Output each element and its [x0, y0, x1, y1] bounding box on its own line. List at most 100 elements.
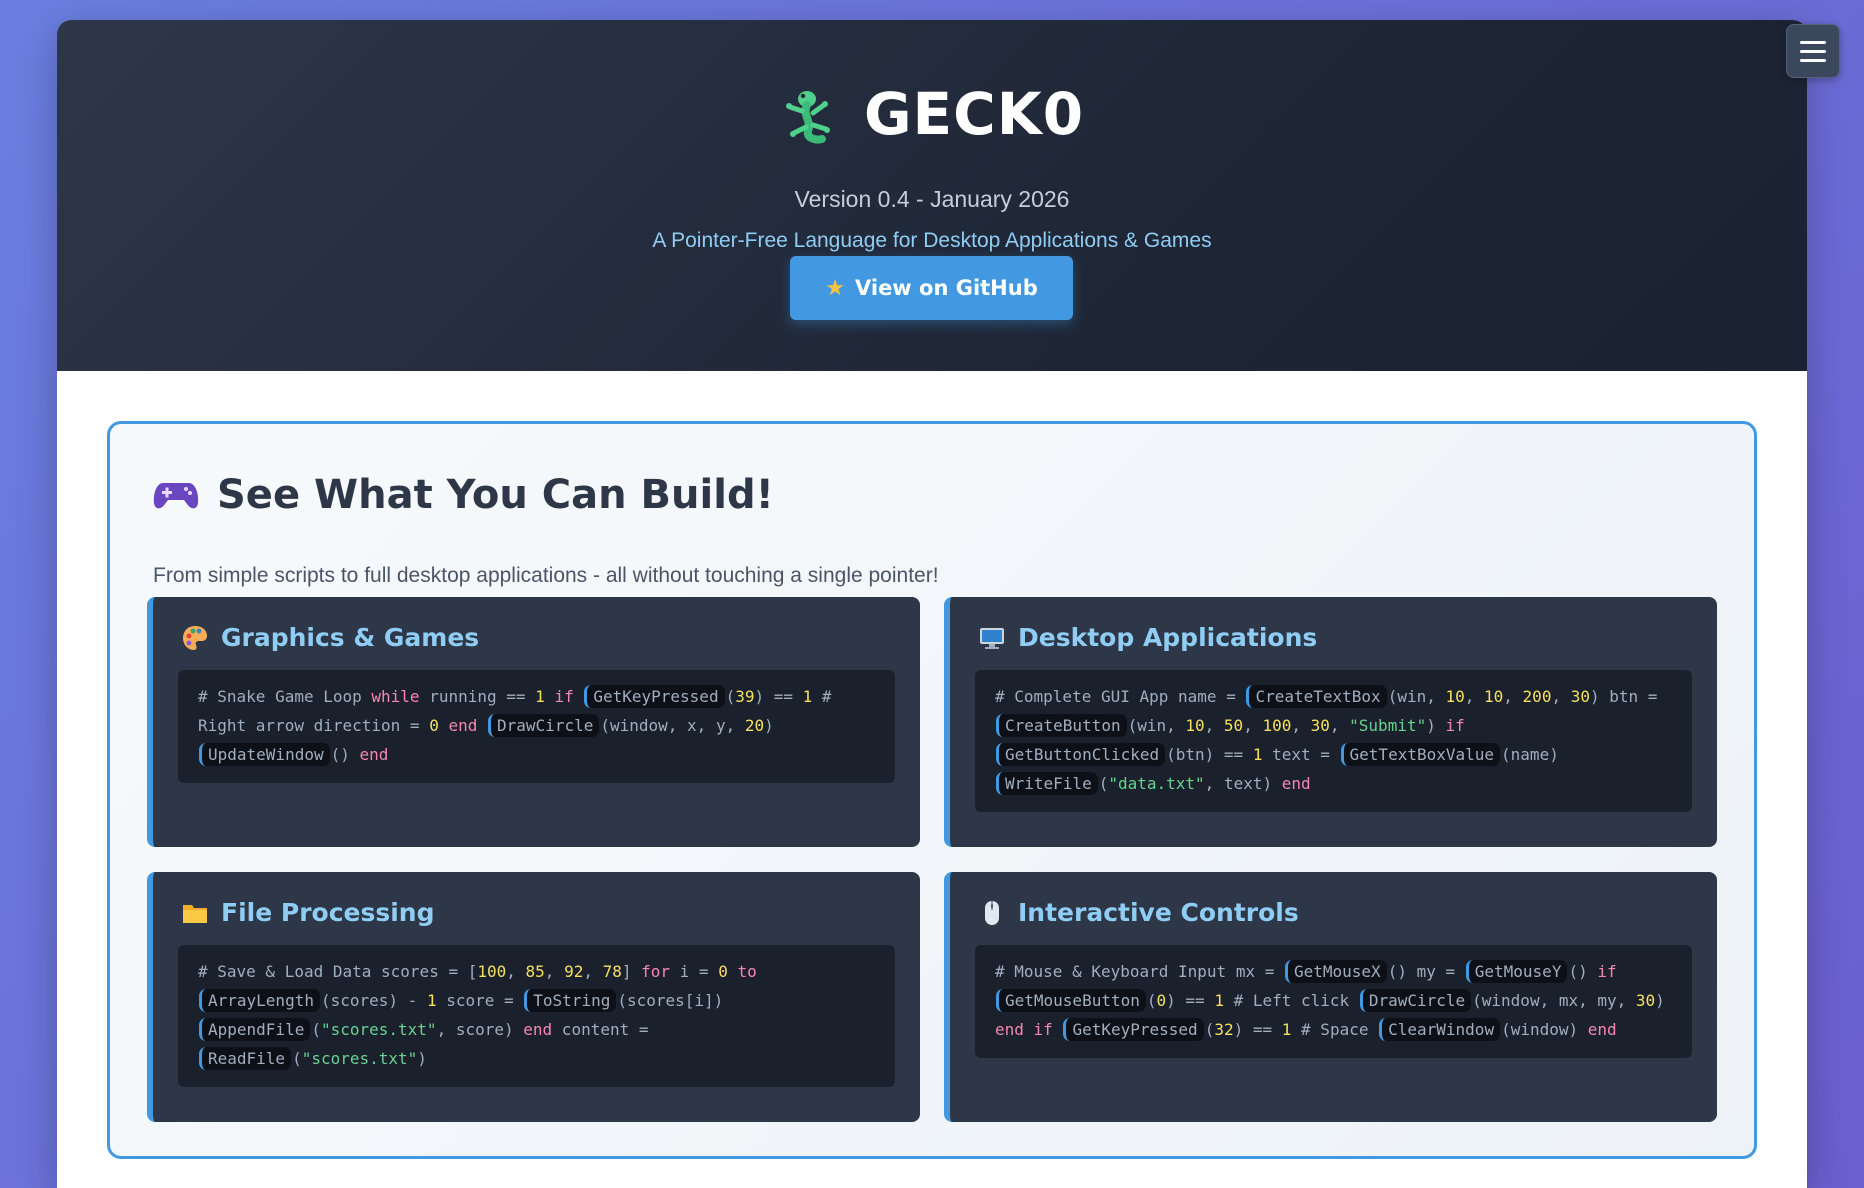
- card-header: Interactive Controls: [978, 898, 1299, 927]
- code-text: ) ==: [1166, 991, 1215, 1010]
- card-graphics-games: Graphics & Games # Snake Game Loop while…: [147, 597, 920, 847]
- code-keyword: while: [371, 687, 420, 706]
- code-text: (window): [1501, 1020, 1588, 1039]
- code-number: 1: [535, 687, 545, 706]
- code-text: () my =: [1387, 962, 1465, 981]
- code-text: (): [330, 745, 360, 764]
- code-keyword: if: [1597, 962, 1617, 981]
- code-text: # Complete GUI App name =: [995, 687, 1246, 706]
- code-keyword: if: [1445, 716, 1465, 735]
- code-text: score =: [436, 991, 524, 1010]
- code-number: 10: [1484, 687, 1504, 706]
- code-text: i =: [670, 962, 719, 981]
- code-text: (scores) -: [320, 991, 427, 1010]
- code-text: ,: [583, 962, 603, 981]
- code-text: # Space: [1291, 1020, 1379, 1039]
- hero-header: GECK0 Version 0.4 - January 2026 A Point…: [57, 20, 1807, 371]
- code-text: ,: [1291, 716, 1311, 735]
- code-function: GetKeyPressed: [1063, 1018, 1204, 1041]
- card-title: Interactive Controls: [1018, 898, 1299, 927]
- code-number: 1: [1281, 1020, 1292, 1039]
- code-function: ReadFile: [199, 1047, 292, 1070]
- code-function: ArrayLength: [199, 989, 320, 1012]
- code-keyword: for: [641, 962, 671, 981]
- code-text: (: [1098, 774, 1109, 793]
- code-text: (: [1146, 991, 1157, 1010]
- code-number: 10: [1445, 687, 1465, 706]
- code-keyword: end: [523, 1020, 553, 1039]
- code-text: ,: [1204, 716, 1224, 735]
- code-number: 0: [718, 962, 728, 981]
- code-text: (: [725, 687, 736, 706]
- code-text: ) ==: [754, 687, 803, 706]
- code-string: "scores.txt": [320, 1020, 437, 1039]
- card-interactive-controls: Interactive Controls # Mouse & Keyboard …: [944, 872, 1717, 1122]
- code-function: ToString: [524, 989, 617, 1012]
- code-block: # Snake Game Loop while running == 1 if …: [178, 670, 895, 783]
- page-container: GECK0 Version 0.4 - January 2026 A Point…: [57, 20, 1807, 1188]
- code-text: content =: [552, 1020, 649, 1039]
- tagline-text: A Pointer-Free Language for Desktop Appl…: [652, 229, 1212, 252]
- code-text: ]: [621, 962, 642, 981]
- code-number: 100: [477, 962, 507, 981]
- code-text: ,: [544, 962, 565, 981]
- code-number: 100: [1262, 716, 1292, 735]
- palette-icon: [183, 625, 207, 650]
- hamburger-menu-button[interactable]: [1786, 24, 1840, 78]
- code-number: 30: [1310, 716, 1330, 735]
- card-title: Graphics & Games: [221, 623, 480, 652]
- code-number: 50: [1223, 716, 1244, 735]
- code-text: ,: [1329, 716, 1350, 735]
- code-text: (win,: [1127, 716, 1186, 735]
- code-keyword: to: [737, 962, 757, 981]
- code-text: ,: [1503, 687, 1523, 706]
- star-icon: ★: [825, 275, 845, 301]
- code-function: DrawCircle: [488, 714, 600, 737]
- code-function: GetMouseX: [1284, 960, 1387, 983]
- code-text: (btn) ==: [1166, 745, 1253, 764]
- showcase-heading: See What You Can Build!: [153, 472, 774, 518]
- folder-icon: [183, 904, 207, 923]
- code-text: ,: [1464, 687, 1485, 706]
- code-number: 85: [525, 962, 545, 981]
- code-text: running ==: [419, 687, 536, 706]
- code-keyword: end: [448, 716, 478, 735]
- code-text: (win,: [1387, 687, 1446, 706]
- code-number: 200: [1522, 687, 1552, 706]
- card-title: File Processing: [221, 898, 435, 927]
- code-text: ): [1655, 991, 1665, 1010]
- code-function: AppendFile: [199, 1018, 311, 1041]
- game-controller-icon: [153, 483, 199, 509]
- code-text: # Save & Load Data scores = [: [198, 962, 478, 981]
- code-string: "data.txt": [1108, 774, 1205, 793]
- code-text: (): [1568, 962, 1598, 981]
- code-number: 78: [602, 962, 622, 981]
- code-number: 0: [1156, 991, 1167, 1010]
- showcase-title: See What You Can Build!: [217, 472, 774, 518]
- code-text: (: [311, 1020, 321, 1039]
- code-function: GetKeyPressed: [584, 685, 725, 708]
- hamburger-menu-icon: [1800, 40, 1826, 44]
- code-string: "Submit": [1349, 716, 1427, 735]
- code-number: 10: [1185, 716, 1205, 735]
- code-text: ,: [1551, 687, 1571, 706]
- card-file-processing: File Processing # Save & Load Data score…: [147, 872, 920, 1122]
- github-button[interactable]: ★ View on GitHub: [790, 256, 1073, 320]
- code-function: GetMouseY: [1465, 960, 1568, 983]
- code-keyword: end: [1587, 1020, 1617, 1039]
- code-text: , text): [1204, 774, 1282, 793]
- code-number: 1: [426, 991, 437, 1010]
- card-header: Graphics & Games: [181, 623, 479, 652]
- code-text: (: [292, 1049, 302, 1068]
- code-text: # Mouse & Keyboard Input mx =: [995, 962, 1284, 981]
- code-text: # Snake Game Loop: [198, 687, 372, 706]
- code-number: 0: [429, 716, 439, 735]
- code-function: GetMouseButton: [996, 989, 1146, 1012]
- code-number: 1: [802, 687, 813, 706]
- code-keyword: if: [554, 687, 574, 706]
- code-function: DrawCircle: [1359, 989, 1472, 1012]
